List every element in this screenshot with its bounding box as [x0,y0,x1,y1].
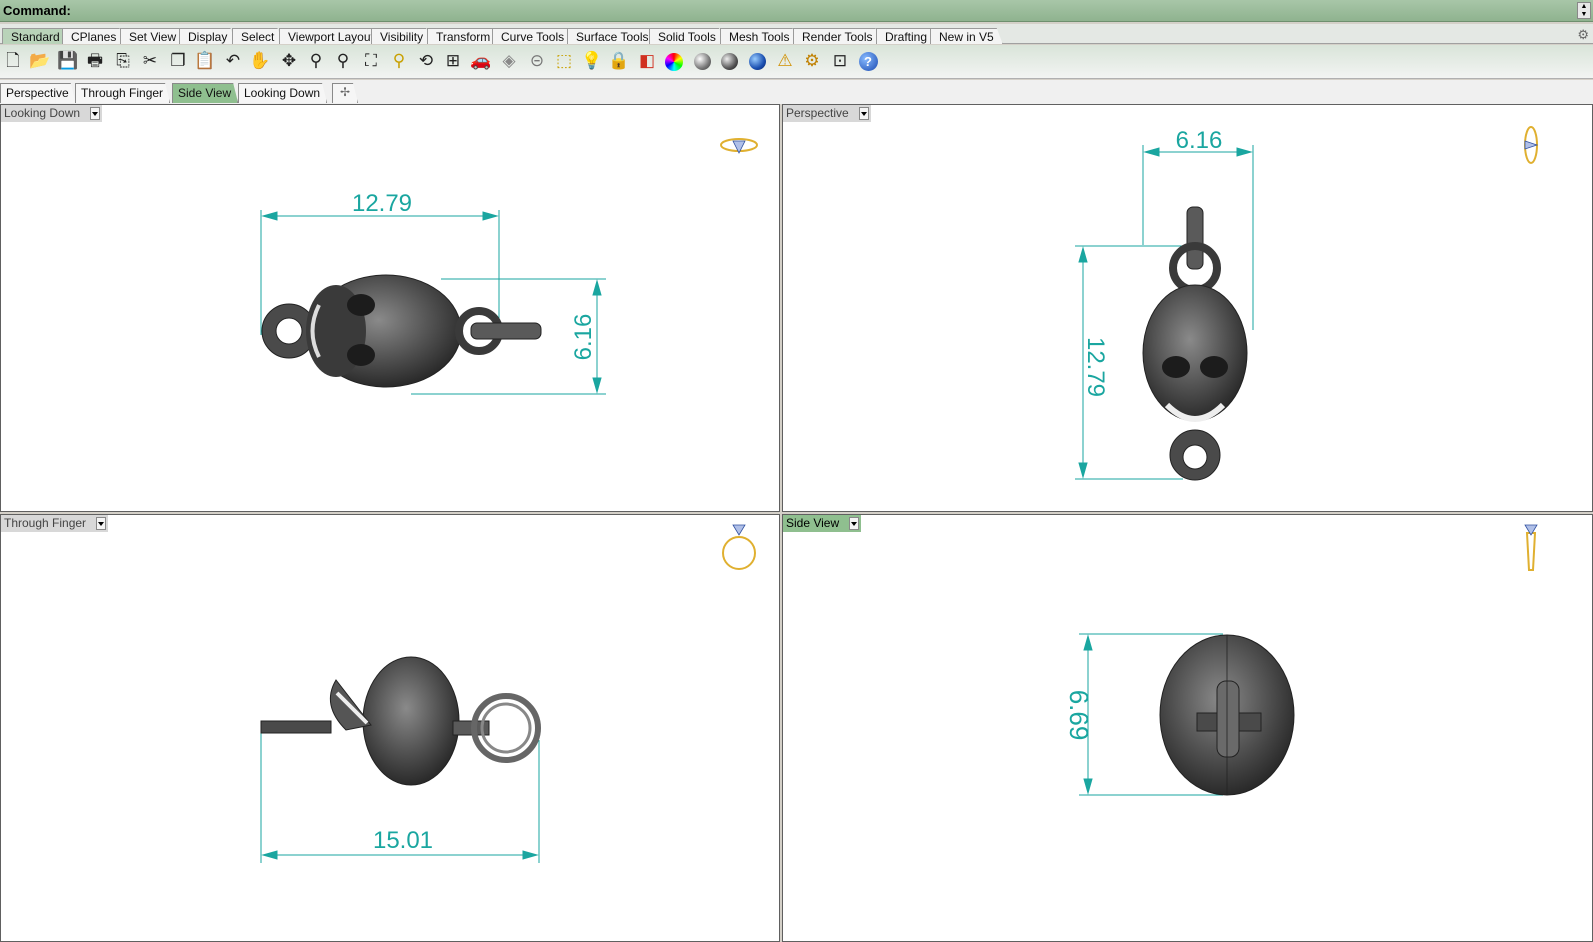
help-icon[interactable]: ? [857,50,879,72]
zoom-window-icon[interactable]: ⚲ [332,50,354,72]
tab-set-view[interactable]: Set View [120,28,185,44]
undo-view-icon[interactable]: ⟲ [415,50,437,72]
toolbar-options-icon[interactable]: ⚙ [1577,27,1589,43]
options-icon[interactable]: ⚠ [774,50,796,72]
viewport-title-through-finger[interactable]: Through Finger [1,515,109,532]
hide-icon[interactable]: ◈ [498,50,520,72]
ring-nav-icon[interactable] [720,138,758,154]
copy-icon[interactable]: ❐ [167,50,189,72]
command-bar[interactable]: Command: ▲ ▼ [0,0,1593,22]
command-scroll[interactable]: ▲ ▼ [1577,2,1591,19]
zoom-selected-icon[interactable]: ⚲ [388,50,410,72]
tab-visibility[interactable]: Visibility [371,28,432,44]
dim-perspective-width: 6.16 [1176,127,1223,154]
light-icon[interactable]: 💡 [581,50,603,72]
tab-curve-tools[interactable]: Curve Tools [492,28,573,44]
viewport-tabs: Perspective Through Finger Side View Loo… [0,80,1593,104]
viewport-title-text: Through Finger [4,516,87,530]
pan-hand-icon[interactable]: ✋ [249,50,271,72]
save-icon[interactable]: 💾 [57,50,79,72]
tab-drafting[interactable]: Drafting [876,28,936,44]
skull-model-back [1159,634,1295,796]
viewport-title-side-view[interactable]: Side View [783,515,862,532]
undo-icon[interactable]: ↶ [222,50,244,72]
car-icon[interactable]: 🚗 [470,50,492,72]
vp-tab-perspective[interactable]: Perspective [0,83,76,103]
tab-transform[interactable]: Transform [427,28,499,44]
skull-model-profile [260,656,541,786]
layers-icon[interactable]: ◧ [636,50,658,72]
rotate-view-icon[interactable]: ✥ [278,50,300,72]
viewport-side-view[interactable]: 6.69 Side View [782,514,1593,942]
viewport-perspective[interactable]: 6.16 12.79 Perspective [782,104,1593,512]
cut-icon[interactable]: ✂ [139,50,161,72]
tab-cplanes[interactable]: CPlanes [62,28,125,44]
viewport-title-text: Looking Down [4,106,81,120]
open-icon[interactable]: 📂 [29,50,51,72]
viewport-through-finger[interactable]: 15.01 Through Finger [0,514,780,942]
layer-icon[interactable]: ⬚ [553,50,575,72]
viewport-perspective-canvas: 6.16 12.79 [1075,126,1539,481]
skull-model-front [1142,206,1248,481]
tab-mesh-tools[interactable]: Mesh Tools [720,28,798,44]
zoom-icon[interactable]: ⚲ [305,50,327,72]
dropdown-arrow-icon[interactable] [90,107,101,120]
vp-tab-through-finger[interactable]: Through Finger [75,83,170,103]
tab-standard[interactable]: Standard [2,28,69,44]
zoom-extents-icon[interactable]: ⛶ [360,50,382,72]
dropdown-arrow-icon[interactable] [849,517,860,530]
standard-toolbar: 🗋 📂 💾 🖶 ⎘ ✂ ❐ 📋 ↶ ✋ ✥ ⚲ ⚲ ⛶ ⚲ ⟲ ⊞ 🚗 ◈ ⊝ … [0,45,1593,79]
tab-surface-tools[interactable]: Surface Tools [567,28,658,44]
command-label: Command: [3,3,71,18]
dropdown-arrow-icon[interactable] [96,517,107,530]
vp-tab-side-view[interactable]: Side View [172,83,238,103]
render-icon[interactable] [746,50,768,72]
new-icon[interactable]: 🗋 [2,50,24,72]
print-icon[interactable]: 🖶 [84,50,106,72]
ring-nav-icon[interactable] [1524,126,1539,164]
tab-render-tools[interactable]: Render Tools [793,28,882,44]
vp-tab-add-icon[interactable]: ✢ [332,83,358,103]
vp-tab-looking-down[interactable]: Looking Down [238,83,327,103]
dropdown-arrow-icon[interactable] [858,107,869,120]
tab-display[interactable]: Display [179,28,236,44]
import-icon[interactable]: ⎘ [112,50,134,72]
dim-through-finger-width: 15.01 [373,827,433,854]
tab-solid-tools[interactable]: Solid Tools [649,28,725,44]
dimension-icon[interactable]: ⊡ [829,50,851,72]
tab-select[interactable]: Select [232,28,283,44]
dim-looking-down-height: 6.16 [570,314,597,361]
tab-new-in-v5[interactable]: New in V5 [930,28,1003,44]
viewport-title-looking-down[interactable]: Looking Down [1,105,103,122]
ring-nav-icon[interactable] [1524,524,1538,571]
dim-side-view-height: 6.69 [1064,690,1094,741]
viewport-title-text: Side View [786,516,840,530]
lock-icon[interactable]: 🔒 [608,50,630,72]
show-icon[interactable]: ⊝ [526,50,548,72]
shaded-icon[interactable] [691,50,713,72]
viewport-side-view-canvas: 6.69 [1064,524,1538,796]
viewport-title-text: Perspective [786,106,849,120]
viewport-through-finger-canvas: 15.01 [260,524,756,863]
color-wheel-icon[interactable] [663,50,685,72]
viewport-title-perspective[interactable]: Perspective [783,105,871,122]
rendered-icon[interactable] [718,50,740,72]
dim-perspective-height: 12.79 [1082,337,1109,397]
paste-icon[interactable]: 📋 [194,50,216,72]
dim-looking-down-width: 12.79 [352,190,412,217]
tab-viewport-layout[interactable]: Viewport Layout [279,28,383,44]
viewport-looking-down[interactable]: 12.79 6.16 Looking Down [0,104,780,512]
ring-nav-icon[interactable] [722,524,756,570]
toolbar-tabs: Standard CPlanes Set View Display Select… [0,24,1593,44]
settings-gear-icon[interactable]: ⚙ [801,50,823,72]
viewport-looking-down-canvas: 12.79 6.16 [260,138,758,395]
four-viewports-icon[interactable]: ⊞ [442,50,464,72]
